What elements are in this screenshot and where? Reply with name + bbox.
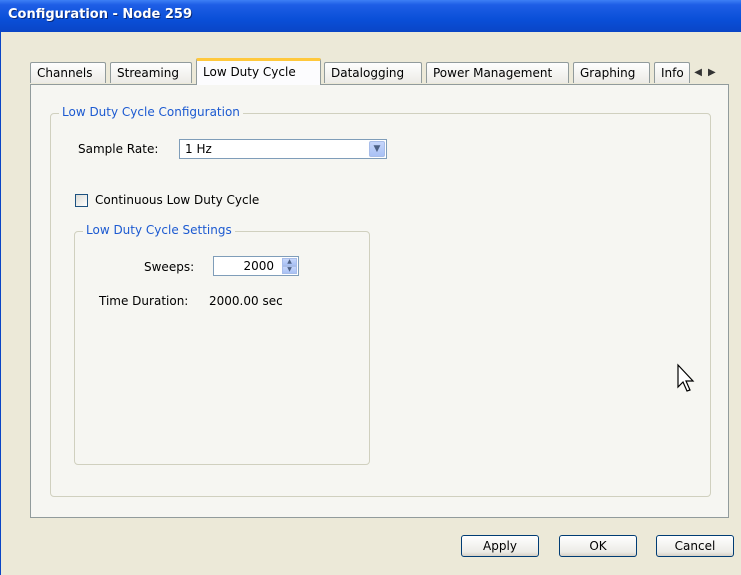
spin-down-icon[interactable]: ▼ — [282, 266, 297, 274]
continuous-low-duty-cycle-label: Continuous Low Duty Cycle — [95, 193, 260, 207]
tab-low-duty-cycle[interactable]: Low Duty Cycle — [196, 58, 321, 85]
scroll-right-icon[interactable]: ▶ — [708, 67, 716, 78]
spin-up-icon[interactable]: ▲ — [282, 258, 297, 266]
sweeps-spinner[interactable]: 2000 ▲ ▼ — [213, 256, 299, 276]
tab-datalogging[interactable]: Datalogging — [324, 62, 422, 83]
tab-info[interactable]: Info — [654, 62, 690, 83]
cancel-button[interactable]: Cancel — [656, 535, 734, 557]
continuous-low-duty-cycle-checkbox[interactable] — [75, 194, 88, 207]
tab-streaming[interactable]: Streaming — [110, 62, 192, 83]
sample-rate-select[interactable]: 1 Hz ▼ — [179, 139, 387, 159]
sample-rate-label: Sample Rate: — [78, 142, 159, 156]
tab-channels[interactable]: Channels — [30, 62, 106, 83]
time-duration-value: 2000.00 sec — [209, 294, 283, 308]
sweeps-label: Sweeps: — [144, 260, 195, 274]
window-title: Configuration - Node 259 — [8, 7, 193, 22]
tab-strip: Channels Streaming Low Duty Cycle Datalo… — [30, 58, 730, 85]
title-bar: Configuration - Node 259 — [0, 0, 741, 33]
settings-group-title: Low Duty Cycle Settings — [83, 223, 235, 237]
sample-rate-value: 1 Hz — [185, 142, 212, 156]
chevron-down-icon[interactable]: ▼ — [369, 141, 385, 157]
tab-scroll-buttons: ◀ ▶ — [687, 64, 723, 80]
ok-button[interactable]: OK — [559, 535, 637, 557]
sweeps-value: 2000 — [243, 259, 274, 273]
mouse-cursor-icon — [677, 363, 695, 392]
scroll-left-icon[interactable]: ◀ — [694, 67, 702, 78]
apply-button[interactable]: Apply — [461, 535, 539, 557]
config-group-title: Low Duty Cycle Configuration — [59, 105, 243, 119]
tab-panel: Low Duty Cycle Configuration Sample Rate… — [30, 84, 729, 518]
time-duration-label: Time Duration: — [99, 294, 189, 308]
tab-graphing[interactable]: Graphing — [573, 62, 650, 83]
spin-buttons: ▲ ▼ — [282, 258, 297, 274]
tab-power-management[interactable]: Power Management — [426, 62, 569, 83]
